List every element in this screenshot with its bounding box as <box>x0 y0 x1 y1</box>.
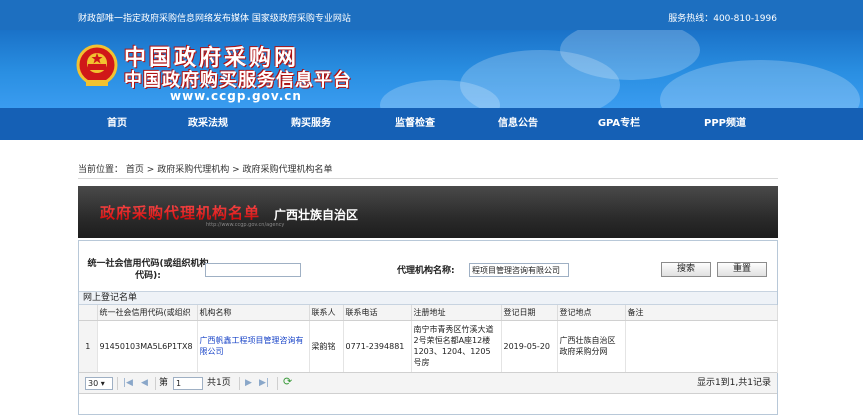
table-row[interactable]: 1 91450103MA5L6P1TX8 广西帆鑫工程项目管理咨询有限公司 梁韵… <box>79 320 778 373</box>
nav-gpa[interactable]: GPA专栏 <box>588 108 650 140</box>
nav-regulations[interactable]: 政采法规 <box>178 108 238 140</box>
page-size-value: 30 <box>88 379 99 388</box>
table-header-row: 统一社会信用代码(或组织 机构名称 联系人 联系电话 注册地址 登记日期 登记地… <box>79 305 778 321</box>
cloud-decoration <box>660 60 860 108</box>
refresh-icon[interactable]: ⟳ <box>283 376 292 387</box>
cell-address: 南宁市青秀区竹溪大道2号荣恒名都A座12楼1203、1204、1205号房 <box>411 320 502 373</box>
column-header-date[interactable]: 登记日期 <box>501 305 558 321</box>
column-header-contact[interactable]: 联系人 <box>309 305 344 321</box>
nav-supervision[interactable]: 监督检查 <box>384 108 446 140</box>
column-header-place[interactable]: 登记地点 <box>557 305 626 321</box>
pager-divider <box>117 377 118 390</box>
pager-divider <box>277 377 278 390</box>
column-header-index <box>79 305 98 321</box>
reset-button[interactable]: 重置 <box>717 262 767 277</box>
nav-home[interactable]: 首页 <box>92 108 142 140</box>
pagination-bar: 30 ▾ |◀ ◀ 第 1 共1页 ▶ ▶| ⟳ 显示1到1,共1记录 <box>79 372 777 394</box>
nav-ppp[interactable]: PPP频道 <box>692 108 758 140</box>
service-hotline: 服务热线：400-810-1996 <box>668 14 777 24</box>
column-header-name[interactable]: 机构名称 <box>197 305 310 321</box>
pager-divider <box>155 377 156 390</box>
grid-title: 网上登记名单 <box>79 291 777 305</box>
header-url: http://www.ccgp.gov.cn/agency <box>206 222 285 228</box>
breadcrumb-current: 政府采购代理机构名单 <box>242 165 333 175</box>
breadcrumb-prefix: 当前位置： <box>78 165 124 175</box>
agency-name-label: 代理机构名称: <box>397 266 455 276</box>
nav-purchase-services[interactable]: 购买服务 <box>280 108 342 140</box>
top-bar: 财政部唯一指定政府采购信息网络发布媒体 国家级政府采购专业网站 服务热线：400… <box>0 0 863 30</box>
national-emblem-icon <box>76 44 118 86</box>
column-header-phone[interactable]: 联系电话 <box>343 305 412 321</box>
search-button[interactable]: 搜索 <box>661 262 711 277</box>
column-header-note[interactable]: 备注 <box>625 305 778 321</box>
agency-name-link[interactable]: 广西帆鑫工程项目管理咨询有限公司 <box>200 336 304 356</box>
column-header-address[interactable]: 注册地址 <box>411 305 502 321</box>
agency-list-header: 政府采购代理机构名单 广西壮族自治区 http://www.ccgp.gov.c… <box>78 186 778 238</box>
next-page-icon[interactable]: ▶ <box>245 378 252 388</box>
breadcrumb-divider <box>78 178 778 179</box>
breadcrumb-separator: > <box>146 165 155 175</box>
pager-divider <box>239 377 240 390</box>
row-number: 1 <box>79 320 98 373</box>
credit-code-input[interactable] <box>205 263 301 277</box>
total-pages: 共1页 <box>207 378 231 388</box>
agency-panel: 统一社会信用代码(或组织机构代码): 代理机构名称: 程项目管理咨询有限公司 搜… <box>78 240 778 415</box>
cell-date: 2019-05-20 <box>501 320 558 373</box>
cell-phone: 0771-2394881 <box>343 320 412 373</box>
cell-agency-name: 广西帆鑫工程项目管理咨询有限公司 <box>197 320 310 373</box>
agency-list-title: 政府采购代理机构名单 <box>100 204 261 222</box>
breadcrumb-agencies[interactable]: 政府采购代理机构 <box>157 165 229 175</box>
nav-announcements[interactable]: 信息公告 <box>487 108 549 140</box>
cell-credit-code: 91450103MA5L6P1TX8 <box>97 320 198 373</box>
cell-contact: 梁韵铭 <box>309 320 344 373</box>
agency-table: 统一社会信用代码(或组织 机构名称 联系人 联系电话 注册地址 登记日期 登记地… <box>79 305 778 373</box>
main-nav: 首页 政采法规 购买服务 监督检查 信息公告 GPA专栏 PPP频道 <box>0 108 863 140</box>
cell-place: 广西壮族自治区政府采购分网 <box>557 320 626 373</box>
top-bar-slogan: 财政部唯一指定政府采购信息网络发布媒体 国家级政府采购专业网站 <box>78 14 351 24</box>
page-number-input[interactable]: 1 <box>173 377 203 390</box>
page-label: 第 <box>159 378 169 388</box>
agency-name-input[interactable]: 程项目管理咨询有限公司 <box>469 263 569 277</box>
first-page-icon[interactable]: |◀ <box>123 378 133 388</box>
logo-url: www.ccgp.gov.cn <box>170 89 302 103</box>
previous-page-icon[interactable]: ◀ <box>141 378 148 388</box>
page-size-select[interactable]: 30 ▾ <box>85 377 113 390</box>
cell-note <box>625 320 778 373</box>
column-header-code[interactable]: 统一社会信用代码(或组织 <box>97 305 198 321</box>
record-count: 显示1到1,共1记录 <box>696 378 771 388</box>
breadcrumb: 当前位置： 首页 > 政府采购代理机构 > 政府采购代理机构名单 <box>78 162 333 175</box>
region-name: 广西壮族自治区 <box>274 208 359 222</box>
site-banner: 中国政府采购网 中国政府购买服务信息平台 www.ccgp.gov.cn <box>0 30 863 108</box>
credit-code-label: 统一社会信用代码(或组织机构代码): <box>87 259 209 281</box>
last-page-icon[interactable]: ▶| <box>259 378 269 388</box>
breadcrumb-home[interactable]: 首页 <box>126 165 144 175</box>
breadcrumb-separator: > <box>232 165 240 175</box>
search-form: 统一社会信用代码(或组织机构代码): 代理机构名称: 程项目管理咨询有限公司 搜… <box>79 241 777 291</box>
